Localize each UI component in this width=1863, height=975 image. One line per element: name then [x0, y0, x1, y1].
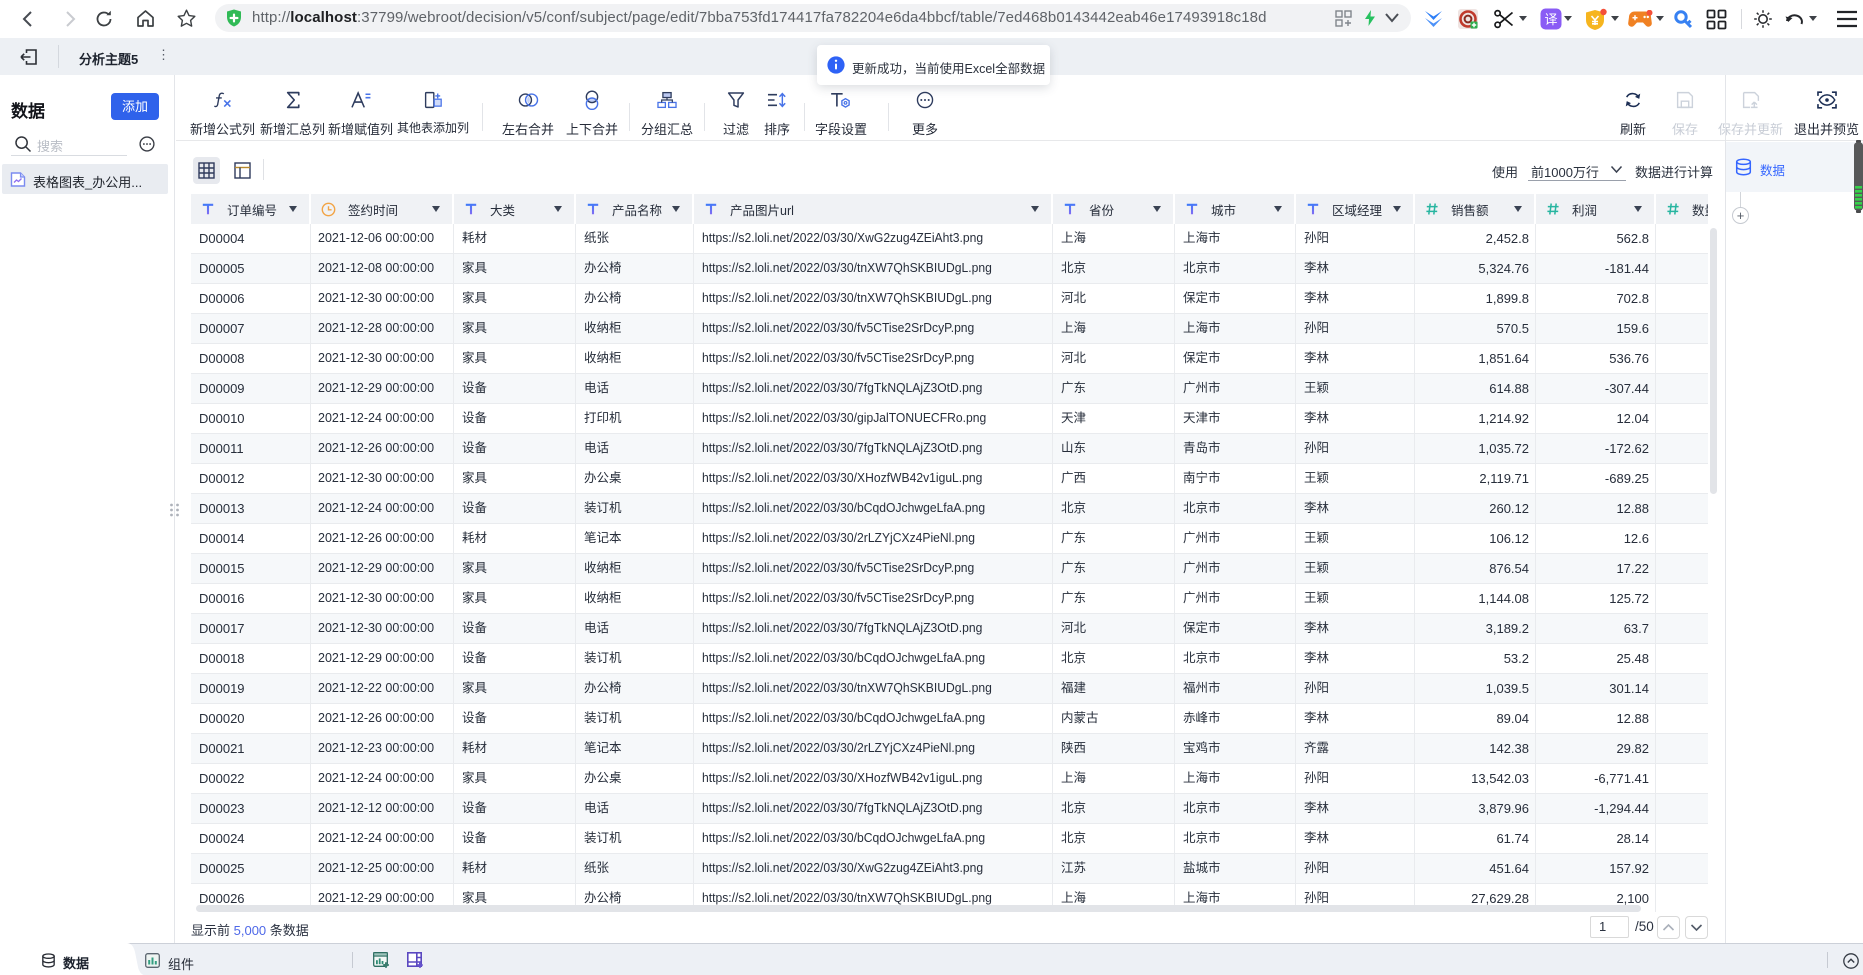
svg-text:译: 译	[1544, 12, 1557, 27]
